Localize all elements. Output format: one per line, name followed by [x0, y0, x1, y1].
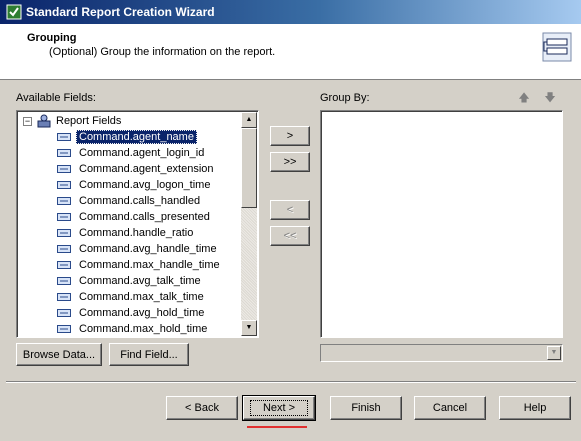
field-icon: [57, 245, 71, 253]
group-sort-order-dropdown[interactable]: ▼: [320, 344, 563, 362]
field-item[interactable]: Command.handle_ratio: [57, 225, 196, 241]
field-item[interactable]: Command.calls_presented: [57, 209, 213, 225]
field-icon: [57, 213, 71, 221]
title-bar: Standard Report Creation Wizard: [0, 0, 581, 24]
field-item[interactable]: Command.agent_name: [57, 129, 197, 145]
group-by-label: Group By:: [320, 92, 370, 104]
available-fields-label: Available Fields:: [16, 92, 96, 104]
tree-root-label: Report Fields: [56, 115, 122, 127]
field-icon: [57, 181, 71, 189]
add-field-button[interactable]: >: [270, 126, 310, 146]
next-button-label: Next >: [249, 400, 309, 416]
field-label: Command.avg_handle_time: [79, 243, 217, 255]
field-label: Command.avg_talk_time: [79, 275, 201, 287]
move-up-icon[interactable]: 🡅: [518, 92, 530, 104]
next-button[interactable]: Next >: [242, 395, 316, 421]
field-item[interactable]: Command.agent_extension: [57, 161, 217, 177]
scroll-thumb[interactable]: [241, 128, 257, 208]
collapse-icon[interactable]: −: [23, 116, 32, 126]
field-label: Command.calls_handled: [79, 195, 201, 207]
grouping-icon: [542, 32, 572, 62]
field-icon: [57, 309, 71, 317]
page-title: Grouping: [27, 32, 77, 44]
chevron-down-icon[interactable]: ▼: [547, 346, 561, 360]
footer-separator-highlight: [6, 382, 576, 383]
field-label: Command.max_hold_time: [79, 323, 208, 335]
field-label: Command.max_talk_time: [79, 291, 204, 303]
page-subtitle: (Optional) Group the information on the …: [49, 46, 276, 58]
back-button[interactable]: < Back: [166, 396, 238, 420]
field-item[interactable]: Command.max_talk_time: [57, 289, 207, 305]
field-label: Command.avg_hold_time: [79, 307, 205, 319]
field-icon: [57, 197, 71, 205]
cancel-button[interactable]: Cancel: [414, 396, 486, 420]
group-by-list[interactable]: [320, 110, 563, 338]
app-icon: [6, 4, 22, 20]
field-icon: [57, 133, 71, 141]
field-item[interactable]: Command.avg_hold_time: [57, 305, 207, 321]
move-down-icon[interactable]: 🡇: [544, 92, 556, 104]
available-fields-scrollbar[interactable]: ▲ ▼: [241, 112, 257, 336]
wizard-header: Grouping (Optional) Group the informatio…: [0, 24, 581, 80]
field-item[interactable]: Command.max_handle_time: [57, 257, 223, 273]
scroll-up-button[interactable]: ▲: [241, 112, 257, 128]
field-icon: [57, 293, 71, 301]
find-field-button[interactable]: Find Field...: [109, 343, 189, 366]
field-icon: [57, 325, 71, 333]
field-label: Command.calls_presented: [79, 211, 210, 223]
window-title: Standard Report Creation Wizard: [26, 5, 215, 19]
finish-button[interactable]: Finish: [330, 396, 402, 420]
field-item[interactable]: Command.max_hold_time: [57, 321, 210, 337]
field-label: Command.agent_extension: [79, 163, 214, 175]
help-button[interactable]: Help: [499, 396, 571, 420]
field-label: Command.agent_name: [76, 130, 197, 144]
browse-data-button[interactable]: Browse Data...: [16, 343, 102, 366]
field-icon: [57, 277, 71, 285]
field-item[interactable]: Command.avg_handle_time: [57, 241, 220, 257]
remove-field-button[interactable]: <: [270, 200, 310, 220]
available-fields-tree[interactable]: − Report Fields Command.agent_name Comman…: [16, 110, 259, 338]
field-icon: [57, 261, 71, 269]
field-item[interactable]: Command.calls_handled: [57, 193, 203, 209]
field-label: Command.avg_logon_time: [79, 179, 211, 191]
field-label: Command.max_handle_time: [79, 259, 220, 271]
field-label: Command.agent_login_id: [79, 147, 205, 159]
field-item[interactable]: Command.avg_logon_time: [57, 177, 213, 193]
report-fields-icon: [37, 114, 51, 128]
field-icon: [57, 149, 71, 157]
tree-root-report-fields[interactable]: − Report Fields: [23, 113, 121, 129]
remove-all-fields-button[interactable]: <<: [270, 226, 310, 246]
field-item[interactable]: Command.avg_talk_time: [57, 273, 204, 289]
add-all-fields-button[interactable]: >>: [270, 152, 310, 172]
next-button-highlight-mark: [247, 426, 307, 428]
scroll-down-button[interactable]: ▼: [241, 320, 257, 336]
field-icon: [57, 165, 71, 173]
field-icon: [57, 229, 71, 237]
field-item[interactable]: Command.agent_login_id: [57, 145, 207, 161]
field-label: Command.handle_ratio: [79, 227, 194, 239]
